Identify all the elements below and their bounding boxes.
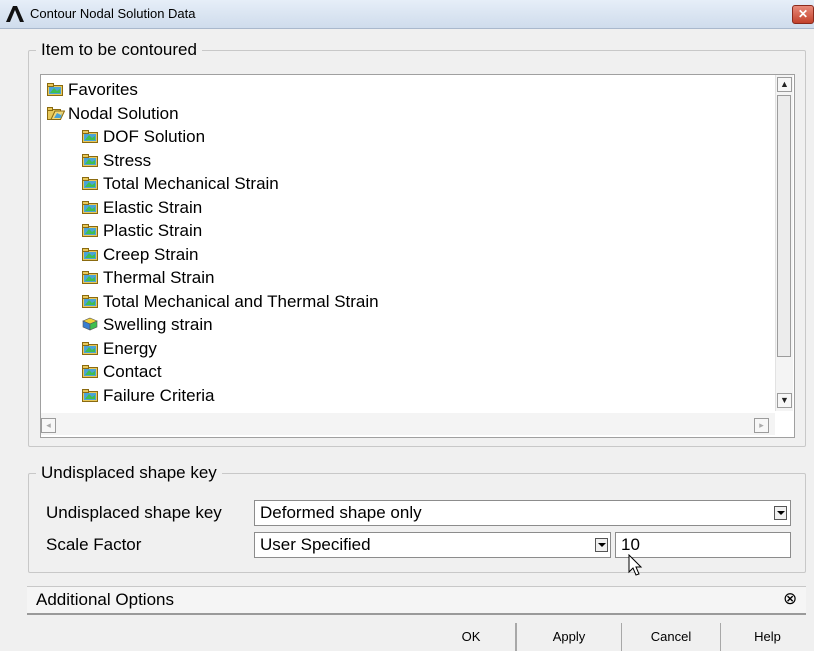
tree-item[interactable]: DOF Solution xyxy=(82,125,205,148)
tree-vertical-scrollbar[interactable]: ▲ ▼ xyxy=(775,75,793,411)
scroll-left-button[interactable]: ◂ xyxy=(41,418,56,433)
tree-item[interactable]: Stress xyxy=(82,149,151,172)
item-group-legend: Item to be contoured xyxy=(36,40,202,60)
tree-item[interactable]: Energy xyxy=(82,337,157,360)
folder-icon xyxy=(47,79,63,96)
cancel-button[interactable]: Cancel xyxy=(621,623,721,651)
tree-item[interactable]: Total Mechanical Strain xyxy=(82,172,279,195)
tree-item-label: Nodal Solution xyxy=(68,103,179,123)
folder-icon xyxy=(82,150,98,167)
tree-item[interactable]: Creep Strain xyxy=(82,243,198,266)
tree-item-label: Stress xyxy=(103,150,152,170)
help-button[interactable]: Help xyxy=(720,623,814,651)
additional-options-bar[interactable]: Additional Options ⊗ xyxy=(27,586,806,615)
open-folder-icon xyxy=(47,103,66,120)
tree-item-label: Failure Criteria xyxy=(103,385,215,405)
folder-icon xyxy=(82,244,98,261)
ansys-logo-icon xyxy=(6,6,24,22)
scroll-up-button[interactable]: ▲ xyxy=(777,77,792,92)
cube-icon xyxy=(82,314,98,331)
tree-item[interactable]: Contact xyxy=(82,360,162,383)
folder-icon xyxy=(82,385,98,402)
scroll-down-button[interactable]: ▼ xyxy=(777,393,792,408)
tree-item-label: Plastic Strain xyxy=(103,221,203,240)
shape-key-select[interactable]: Deformed shape only xyxy=(254,500,791,526)
tree-item-label: Total Mechanical Strain xyxy=(103,174,279,193)
shape-key-label: Undisplaced shape key xyxy=(46,503,222,522)
expand-toggle-icon[interactable]: ⊗ xyxy=(783,589,797,609)
mouse-cursor-icon xyxy=(628,554,643,576)
tree-item-label: Favorites xyxy=(68,80,138,99)
folder-icon xyxy=(82,220,98,237)
tree-item[interactable]: Swelling strain xyxy=(82,313,213,336)
additional-options-label: Additional Options xyxy=(36,590,174,609)
folder-icon xyxy=(82,267,98,284)
tree-item-label: Contact xyxy=(103,362,162,381)
tree-item-label: Thermal Strain xyxy=(103,268,215,287)
tree-item[interactable]: Thermal Strain xyxy=(82,266,214,289)
folder-icon xyxy=(82,338,98,355)
tree-item[interactable]: Plastic Strain xyxy=(82,219,202,242)
folder-icon xyxy=(82,173,98,190)
scroll-right-button[interactable]: ▸ xyxy=(754,418,769,433)
scroll-thumb[interactable] xyxy=(777,95,791,357)
tree-item[interactable]: Favorites xyxy=(47,78,138,101)
folder-icon xyxy=(82,291,98,308)
tree-item-label: Swelling strain xyxy=(103,315,213,334)
scale-mode-dropdown-icon[interactable] xyxy=(595,538,608,552)
scale-factor-value: 10 xyxy=(621,535,640,554)
scale-mode-value: User Specified xyxy=(260,535,371,554)
shape-group-legend: Undisplaced shape key xyxy=(36,463,222,483)
folder-icon xyxy=(82,126,98,143)
tree-item[interactable]: Total Mechanical and Thermal Strain xyxy=(82,290,379,313)
ok-button[interactable]: OK xyxy=(427,623,516,651)
shape-key-dropdown-icon[interactable] xyxy=(774,506,787,520)
scale-factor-label: Scale Factor xyxy=(46,535,142,554)
solution-tree[interactable]: Favorites Nodal Solution DOF Solution Stres… xyxy=(40,74,795,438)
folder-icon xyxy=(82,361,98,378)
tree-item[interactable]: Nodal Solution xyxy=(47,102,179,125)
shape-key-value: Deformed shape only xyxy=(260,503,422,522)
tree-item-label: Creep Strain xyxy=(103,244,199,264)
scale-mode-select[interactable]: User Specified xyxy=(254,532,611,558)
tree-horizontal-scrollbar[interactable]: ◂ ▸ xyxy=(41,413,775,435)
tree-item-label: Elastic Strain xyxy=(103,197,203,217)
window-title: Contour Nodal Solution Data xyxy=(30,6,196,21)
folder-icon xyxy=(82,197,98,214)
tree-item-label: DOF Solution xyxy=(103,127,206,146)
tree-item-label: Total Mechanical and Thermal Strain xyxy=(103,291,379,311)
tree-item[interactable]: Failure Criteria xyxy=(82,384,214,407)
apply-button[interactable]: Apply xyxy=(516,623,622,651)
tree-item-label: Energy xyxy=(103,338,157,358)
close-button[interactable]: ✕ xyxy=(792,5,814,24)
tree-item[interactable]: Elastic Strain xyxy=(82,196,202,219)
